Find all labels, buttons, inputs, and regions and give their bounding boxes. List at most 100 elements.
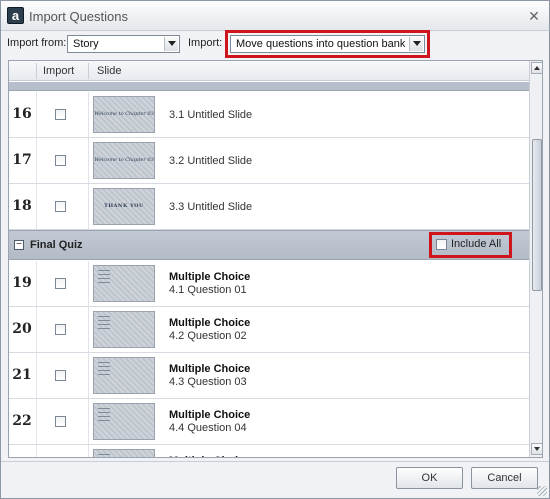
chevron-down-icon[interactable] xyxy=(409,37,423,51)
slide-label: 3.1 Untitled Slide xyxy=(169,109,253,121)
thumbnail-lines xyxy=(98,408,110,424)
cell-divider xyxy=(88,353,89,398)
include-all-checkbox[interactable] xyxy=(436,239,447,250)
import-toolbar: Import from: Story Import: Move question… xyxy=(1,30,549,58)
slide-thumbnail: Welcome to Chapter 03 xyxy=(93,96,155,133)
row-number: 20 xyxy=(12,321,32,337)
group-title: Final Quiz xyxy=(30,239,83,251)
import-checkbox[interactable] xyxy=(55,416,66,427)
scroll-down-button[interactable] xyxy=(531,443,542,455)
slide-label: 3.3 Untitled Slide xyxy=(169,201,253,213)
cell-divider xyxy=(88,307,89,352)
resize-grip-icon[interactable] xyxy=(537,486,547,496)
cell-divider xyxy=(88,138,89,183)
cell-divider xyxy=(36,307,37,352)
footer-divider xyxy=(1,461,549,462)
cell-divider xyxy=(36,445,37,457)
cancel-button[interactable]: Cancel xyxy=(471,467,538,489)
question-thumbnail xyxy=(93,311,155,348)
cell-divider xyxy=(36,138,37,183)
include-all-label[interactable]: Include All xyxy=(451,238,501,250)
thumbnail-lines xyxy=(98,454,110,457)
import-mode-dropdown[interactable]: Move questions into question bank xyxy=(225,30,430,58)
group-header-final-quiz[interactable]: − Final Quiz Include All xyxy=(9,230,529,260)
grid-body: 16 Welcome to Chapter 03 3.1 Untitled Sl… xyxy=(9,82,529,457)
question-type: Multiple Choice xyxy=(169,271,251,283)
import-from-dropdown[interactable]: Story xyxy=(67,35,180,53)
include-all-toggle[interactable]: Include All xyxy=(429,232,512,258)
import-checkbox[interactable] xyxy=(55,370,66,381)
import-from-value: Story xyxy=(73,38,99,50)
dialog-title: Import Questions xyxy=(29,9,128,24)
question-row[interactable]: 21 Multiple Choice 4.3 Question 03 xyxy=(9,353,529,399)
question-thumbnail xyxy=(93,265,155,302)
cell-divider xyxy=(36,353,37,398)
title-bar[interactable]: a Import Questions ✕ xyxy=(1,1,549,31)
question-row[interactable]: Multiple Choice xyxy=(9,445,529,457)
arrow-up-icon xyxy=(534,66,540,70)
import-questions-dialog: a Import Questions ✕ Import from: Story … xyxy=(0,0,550,499)
import-label: Import: xyxy=(188,37,223,49)
column-divider xyxy=(36,63,37,79)
row-number: 18 xyxy=(12,198,32,214)
import-mode-value: Move questions into question bank xyxy=(236,38,406,50)
cell-divider xyxy=(88,445,89,457)
slide-row[interactable]: 18 THANK YOU 3.3 Untitled Slide xyxy=(9,184,529,230)
slide-thumbnail: Welcome to Chapter 03 xyxy=(93,142,155,179)
question-row[interactable]: 20 Multiple Choice 4.2 Question 02 xyxy=(9,307,529,353)
close-icon[interactable]: ✕ xyxy=(526,8,542,24)
column-header-slide[interactable]: Slide xyxy=(97,65,121,77)
thumbnail-text: Welcome to Chapter 03 xyxy=(94,111,154,117)
import-checkbox[interactable] xyxy=(55,278,66,289)
import-checkbox[interactable] xyxy=(55,201,66,212)
thumbnail-lines xyxy=(98,270,110,286)
row-number: 16 xyxy=(12,106,32,122)
question-type: Multiple Choice xyxy=(169,455,250,457)
question-row[interactable]: 22 Multiple Choice 4.4 Question 04 xyxy=(9,399,529,445)
import-from-label: Import from: xyxy=(7,37,67,49)
row-number: 21 xyxy=(12,367,32,383)
previous-group-header xyxy=(9,82,529,91)
arrow-down-icon xyxy=(534,447,540,451)
cell-divider xyxy=(88,184,89,229)
cell-divider xyxy=(88,92,89,137)
row-number xyxy=(9,445,35,457)
cell-divider xyxy=(88,261,89,306)
question-label: 4.2 Question 02 xyxy=(169,330,247,342)
slide-label: 3.2 Untitled Slide xyxy=(169,155,253,167)
row-number: 22 xyxy=(12,413,32,429)
slide-thumbnail: THANK YOU xyxy=(93,188,155,225)
collapse-icon[interactable]: − xyxy=(14,240,24,250)
slides-grid: Import Slide 16 Welcome to Chapter 03 3.… xyxy=(8,60,543,458)
cell-divider xyxy=(88,399,89,444)
slide-row[interactable]: 16 Welcome to Chapter 03 3.1 Untitled Sl… xyxy=(9,92,529,138)
row-number: 17 xyxy=(12,152,32,168)
thumbnail-lines xyxy=(98,316,110,332)
question-thumbnail xyxy=(93,357,155,394)
cell-divider xyxy=(36,399,37,444)
column-header-import[interactable]: Import xyxy=(43,65,74,77)
slide-row[interactable]: 17 Welcome to Chapter 03 3.2 Untitled Sl… xyxy=(9,138,529,184)
app-logo-icon: a xyxy=(7,7,24,24)
vertical-scrollbar[interactable] xyxy=(529,61,542,457)
question-label: 4.4 Question 04 xyxy=(169,422,247,434)
scrollbar-thumb[interactable] xyxy=(532,139,542,291)
question-row[interactable]: 19 Multiple Choice 4.1 Question 01 xyxy=(9,261,529,307)
cell-divider xyxy=(36,261,37,306)
question-type: Multiple Choice xyxy=(169,317,251,329)
column-divider xyxy=(88,63,89,79)
ok-button[interactable]: OK xyxy=(396,467,463,489)
cell-divider xyxy=(36,92,37,137)
thumbnail-lines xyxy=(98,362,110,378)
cell-divider xyxy=(36,184,37,229)
scroll-up-button[interactable] xyxy=(531,62,542,74)
thumbnail-text: Welcome to Chapter 03 xyxy=(94,157,154,163)
question-thumbnail xyxy=(93,403,155,440)
import-checkbox[interactable] xyxy=(55,109,66,120)
row-number: 19 xyxy=(12,275,32,291)
chevron-down-icon[interactable] xyxy=(164,37,178,51)
thumbnail-text: THANK YOU xyxy=(104,203,144,209)
import-checkbox[interactable] xyxy=(55,155,66,166)
import-checkbox[interactable] xyxy=(55,324,66,335)
question-type: Multiple Choice xyxy=(169,409,251,421)
